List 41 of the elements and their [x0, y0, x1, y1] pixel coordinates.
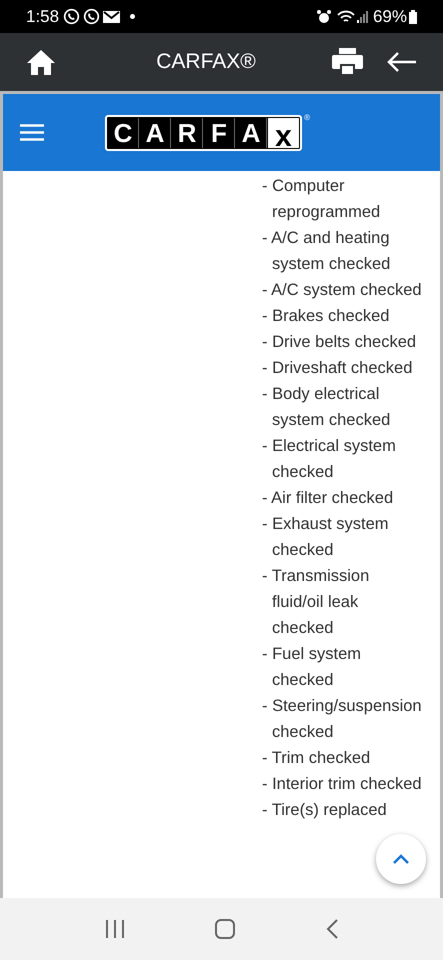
mail-icon — [103, 10, 120, 24]
home-nav-icon[interactable] — [215, 919, 236, 939]
back-arrow-icon — [387, 52, 417, 72]
chevron-up-icon — [393, 854, 409, 864]
home-icon — [26, 49, 56, 75]
service-item: - Trim checked — [262, 748, 372, 769]
phone-icon — [83, 8, 100, 25]
app-title: CARFAX® — [156, 50, 256, 74]
service-item: - Computer reprogrammed — [262, 176, 382, 223]
registered-mark: ® — [304, 112, 310, 124]
status-time: 1:58 — [26, 6, 60, 28]
service-item: - A/C system checked — [262, 280, 422, 301]
service-item: - Electrical system checked — [262, 436, 397, 483]
service-item: - Brakes checked — [262, 306, 390, 327]
print-button[interactable] — [332, 48, 363, 76]
menu-icon — [20, 124, 44, 141]
service-item: - Exhaust system checked — [262, 514, 390, 561]
wifi-icon — [336, 10, 355, 24]
back-nav-icon[interactable] — [326, 919, 338, 939]
phone-icon — [63, 8, 80, 25]
service-item: - A/C and heating system checked — [262, 228, 392, 275]
home-button[interactable] — [26, 49, 56, 75]
service-item: - Steering/suspension checked — [262, 696, 422, 743]
alarm-icon — [316, 10, 331, 24]
service-item: - Air filter checked — [262, 488, 394, 509]
battery-icon — [409, 10, 417, 24]
service-item: - Fuel system checked — [262, 644, 362, 691]
signal-icon — [356, 10, 369, 22]
recent-apps-icon[interactable] — [105, 920, 126, 938]
service-item: - Body electrical system checked — [262, 384, 392, 431]
service-item: - Drive belts checked — [262, 332, 418, 353]
back-button[interactable] — [387, 52, 417, 72]
dot-icon — [130, 14, 136, 19]
battery-percent: 69% — [372, 6, 407, 28]
service-item: - Driveshaft checked — [262, 358, 414, 379]
menu-button[interactable] — [20, 124, 44, 141]
logo-letter: x — [268, 118, 299, 148]
service-item: - Tire(s) replaced — [262, 800, 388, 821]
service-item: - Transmission fluid/oil leak checked — [262, 566, 370, 639]
printer-icon — [332, 48, 363, 76]
service-item: - Interior trim checked — [262, 774, 422, 795]
